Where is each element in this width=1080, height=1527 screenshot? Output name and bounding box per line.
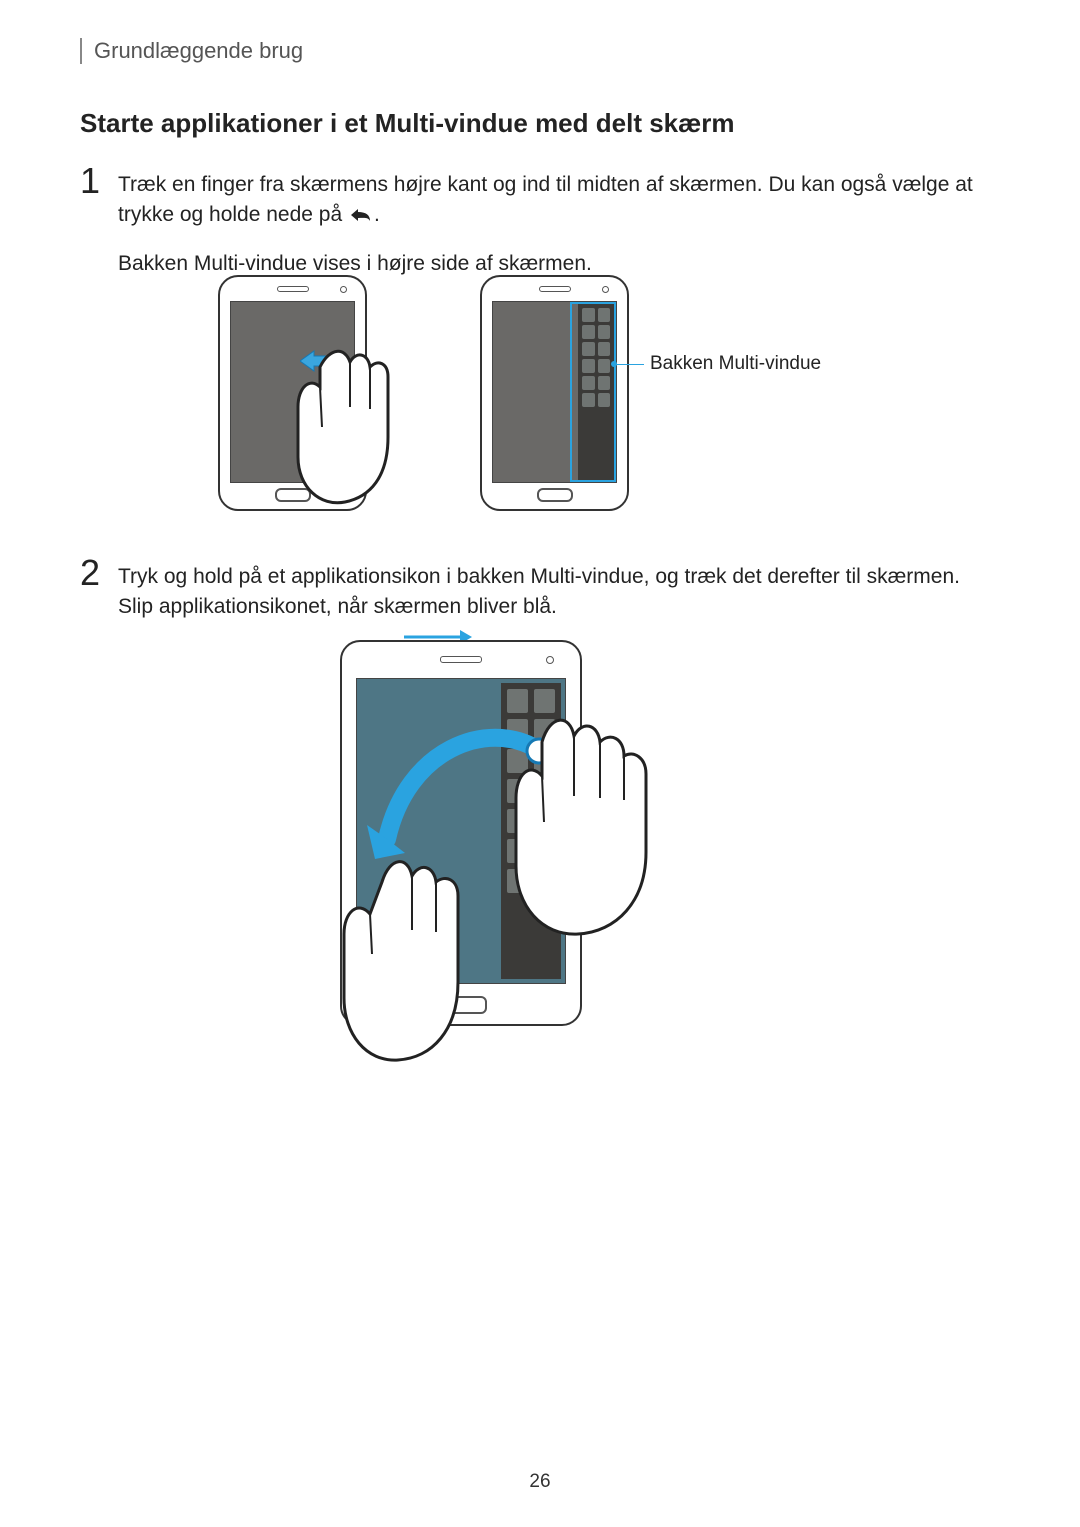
manual-page: Grundlæggende brug Starte applikationer …	[0, 0, 1080, 1527]
step-1-number: 1	[80, 160, 110, 202]
step-2: 2 Tryk og hold på et applikationsikon i …	[80, 562, 1000, 637]
phone-camera	[340, 286, 347, 293]
phone-camera	[602, 286, 609, 293]
callout-line	[616, 364, 644, 365]
phone-camera	[546, 656, 554, 664]
phone-speaker	[440, 656, 482, 663]
step-2-number: 2	[80, 552, 110, 594]
step-1-text-a: Træk en finger fra skærmens højre kant o…	[118, 173, 973, 226]
phone-right	[480, 275, 629, 511]
hand-swipe-icon	[290, 337, 420, 517]
illustration-2	[0, 640, 1080, 1070]
step-1-text-b: .	[374, 203, 380, 226]
hand-tap-icon	[512, 702, 692, 942]
section-heading: Starte applikationer i et Multi-vindue m…	[80, 108, 734, 139]
phone-speaker	[277, 286, 309, 292]
multi-window-tray	[578, 304, 614, 480]
hand-drop-icon	[342, 842, 512, 1072]
step-2-body: Tryk og hold på et applikationsikon i ba…	[118, 562, 1000, 623]
phone-home-button	[537, 488, 573, 502]
phone-right-screen	[492, 301, 617, 483]
phone-big	[340, 640, 582, 1026]
callout-tray-label: Bakken Multi-vindue	[650, 353, 821, 375]
step-1-body: Træk en finger fra skærmens højre kant o…	[118, 170, 1000, 279]
running-head: Grundlæggende brug	[80, 38, 303, 64]
page-number: 26	[0, 1471, 1080, 1493]
phone-speaker	[539, 286, 571, 292]
back-icon	[348, 204, 374, 234]
illustration-1: Bakken Multi-vindue	[0, 275, 1080, 525]
step-1-line-1: Træk en finger fra skærmens højre kant o…	[118, 170, 1000, 235]
step-2-line-1: Tryk og hold på et applikationsikon i ba…	[118, 562, 1000, 623]
phone-left	[218, 275, 367, 511]
